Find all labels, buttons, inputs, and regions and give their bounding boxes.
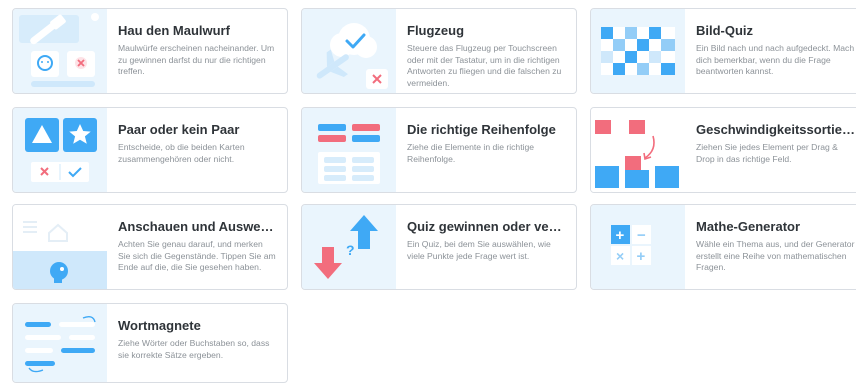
whack-a-mole-icon: [13, 9, 107, 93]
times-icon: ×: [616, 248, 624, 264]
memory-watch-icon: [13, 205, 107, 289]
ordering-icon: [302, 108, 396, 192]
card-anschauen-und-auswendig[interactable]: Anschauen und Auswendig... Achten Sie ge…: [12, 204, 288, 290]
card-wortmagnete[interactable]: Wortmagnete Ziehe Wörter oder Buchstaben…: [12, 303, 288, 383]
card-description: Entscheide, ob die beiden Karten zusamme…: [118, 142, 245, 164]
plus-icon: +: [637, 248, 646, 265]
card-hau-den-maulwurf[interactable]: Hau den Maulwurf Maulwürfe erscheinen na…: [12, 8, 288, 94]
math-operators-icon: + − × +: [591, 205, 685, 289]
card-description: Ein Quiz, bei dem Sie auswählen, wie vie…: [407, 239, 551, 261]
card-geschwindigkeitssortierung[interactable]: Geschwindigkeitssortierung Ziehen Sie je…: [590, 107, 856, 193]
pair-shapes-icon: [13, 108, 107, 192]
card-flugzeug[interactable]: Flugzeug Steuere das Flugzeug per Touchs…: [301, 8, 577, 94]
airplane-icon: [302, 9, 396, 93]
card-die-richtige-reihenfolge[interactable]: Die richtige Reihenfolge Ziehe die Eleme…: [301, 107, 577, 193]
card-quiz-gewinnen-oder-verlieren[interactable]: ? Quiz gewinnen oder verlier... Ein Quiz…: [301, 204, 577, 290]
card-title: Die richtige Reihenfolge: [407, 122, 556, 137]
card-bild-quiz[interactable]: Bild-Quiz Ein Bild nach und nach aufgede…: [590, 8, 856, 94]
card-title: Bild-Quiz: [696, 23, 754, 38]
card-title: Flugzeug: [407, 23, 465, 38]
card-description: Ein Bild nach und nach aufgedeckt. Mach …: [696, 43, 855, 76]
card-description: Wähle ein Thema aus, und der Generator e…: [696, 239, 855, 272]
card-description: Achten Sie genau darauf, und merken Sie …: [118, 239, 276, 272]
card-title: Paar oder kein Paar: [118, 122, 240, 137]
card-title: Wortmagnete: [118, 318, 201, 333]
card-title: Quiz gewinnen oder verlier...: [407, 219, 566, 234]
card-description: Steuere das Flugzeug per Touchscreen ode…: [407, 43, 562, 88]
word-magnets-icon: [13, 304, 107, 382]
plus-icon: +: [616, 227, 625, 244]
speed-sort-icon: [591, 108, 685, 192]
card-title: Hau den Maulwurf: [118, 23, 230, 38]
card-paar-oder-kein-paar[interactable]: Paar oder kein Paar Entscheide, ob die b…: [12, 107, 288, 193]
template-grid: Hau den Maulwurf Maulwürfe erscheinen na…: [0, 0, 856, 383]
card-mathe-generator[interactable]: + − × + Mathe-Generator Wähle ein Thema …: [590, 204, 856, 290]
card-title: Mathe-Generator: [696, 219, 801, 234]
image-quiz-icon: [591, 9, 685, 93]
question-mark-icon: ?: [346, 242, 355, 258]
minus-icon: −: [637, 227, 646, 244]
win-or-lose-arrows-icon: ?: [302, 205, 396, 289]
card-description: Maulwürfe erscheinen nacheinander. Um zu…: [118, 43, 275, 76]
card-description: Ziehen Sie jedes Element per Drag & Drop…: [696, 142, 838, 164]
card-description: Ziehe Wörter oder Buchstaben so, dass si…: [118, 338, 270, 360]
card-title: Anschauen und Auswendig...: [118, 219, 277, 234]
card-description: Ziehe die Elemente in die richtige Reihe…: [407, 142, 535, 164]
card-title: Geschwindigkeitssortierung: [696, 122, 855, 137]
